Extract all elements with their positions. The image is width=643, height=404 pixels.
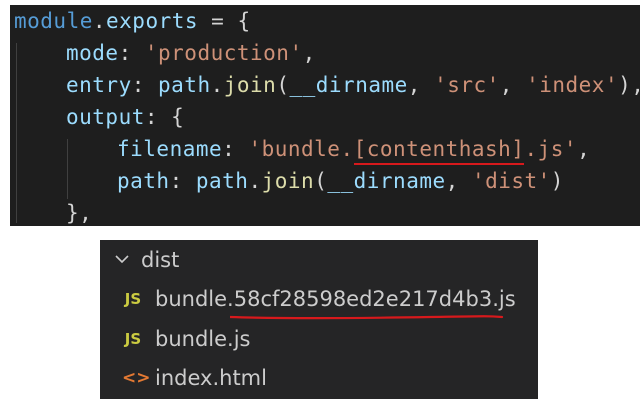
code-line-6: path: path.join(__dirname, 'dist') bbox=[117, 169, 564, 193]
file-label: bundle.58cf28598ed2e217d4b3.js bbox=[155, 287, 516, 311]
code-line-7: }, bbox=[66, 201, 93, 225]
code-line-1: module.exports = { bbox=[14, 9, 251, 33]
code-editor: module.exports = { mode: 'production', e… bbox=[10, 5, 640, 226]
file-item-bundle-js[interactable]: JS bundle.js bbox=[100, 321, 538, 357]
file-label: bundle.js bbox=[155, 327, 251, 351]
file-label: index.html bbox=[155, 366, 267, 390]
javascript-file-icon: JS bbox=[124, 290, 142, 308]
chevron-down-icon bbox=[115, 255, 129, 264]
code-line-2: mode: 'production', bbox=[66, 41, 316, 65]
file-item-bundle-hash[interactable]: JS bundle.58cf28598ed2e217d4b3.js bbox=[100, 281, 538, 320]
code-line-3: entry: path.join(__dirname, 'src', 'inde… bbox=[66, 73, 640, 97]
indent-guide bbox=[67, 139, 68, 199]
hashed-filename-part: 58cf28598ed2e217d4b3 bbox=[233, 287, 493, 311]
file-item-index-html[interactable]: <> index.html bbox=[100, 360, 538, 396]
indent-guide bbox=[16, 43, 17, 223]
contenthash-underline: [contenthash] bbox=[353, 136, 525, 165]
folder-label: dist bbox=[141, 248, 180, 272]
javascript-file-icon: JS bbox=[124, 330, 142, 348]
file-explorer: dist JS bundle.58cf28598ed2e217d4b3.js J… bbox=[100, 240, 538, 399]
code-line-4: output: { bbox=[66, 105, 185, 129]
folder-dist[interactable]: dist bbox=[100, 242, 538, 278]
html-file-icon: <> bbox=[122, 368, 151, 388]
code-line-5: filename: 'bundle.[contenthash].js', bbox=[117, 133, 590, 165]
red-underline-annotation bbox=[230, 315, 504, 320]
